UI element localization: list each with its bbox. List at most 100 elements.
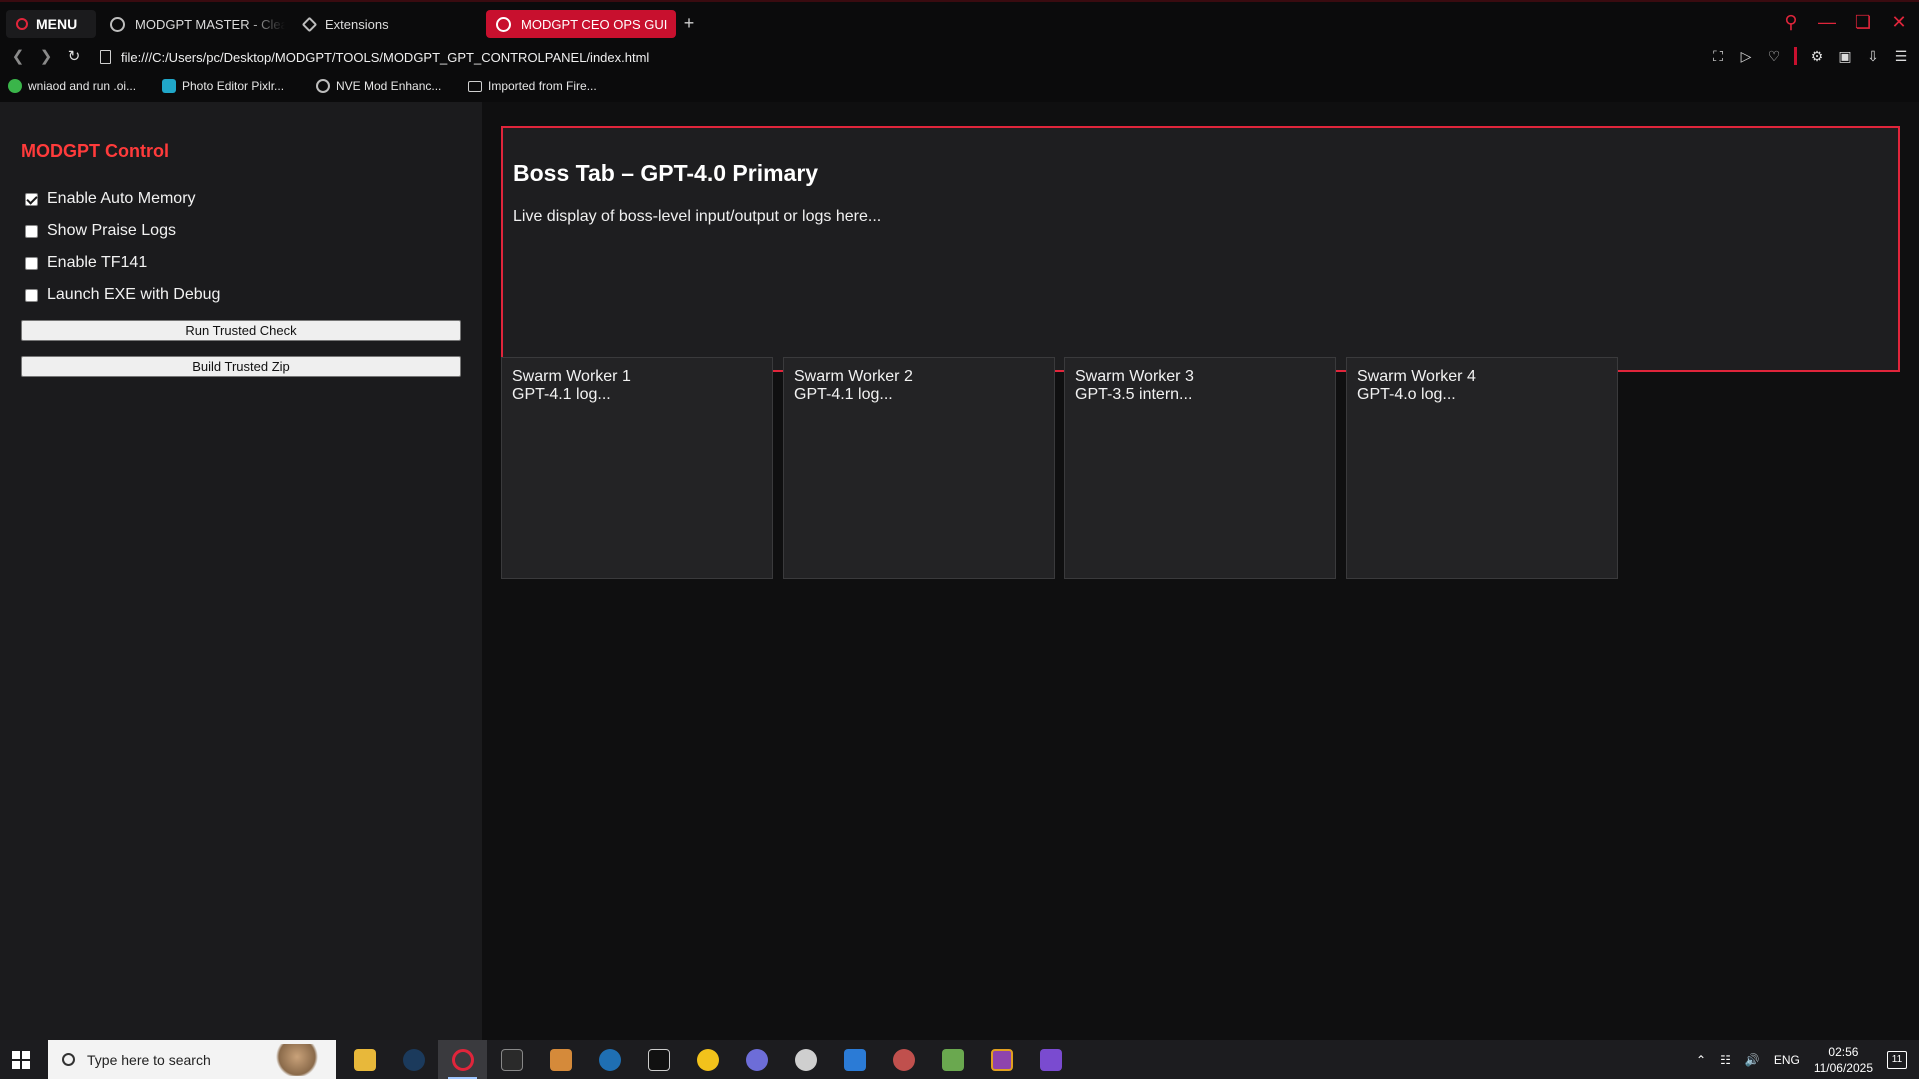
- swarm-worker-panel: Swarm Worker 4 GPT-4.o log...: [1346, 357, 1618, 579]
- menu-label: MENU: [36, 16, 78, 32]
- option-show-praise-logs[interactable]: Show Praise Logs: [25, 222, 176, 240]
- windows-start-icon[interactable]: [12, 1051, 30, 1069]
- checkbox[interactable]: [25, 192, 38, 206]
- option-label: Launch EXE with Debug: [47, 286, 221, 303]
- navigation-controls: ❮ ❯ ↻: [10, 47, 82, 65]
- language-indicator[interactable]: ENG: [1774, 1053, 1800, 1067]
- opera-gx-icon[interactable]: [438, 1040, 487, 1079]
- bookmark-folder[interactable]: Imported from Fire...: [468, 79, 597, 93]
- volume-icon[interactable]: 🔊: [1745, 1053, 1760, 1067]
- app-icon[interactable]: [634, 1040, 683, 1079]
- settings-gear-icon[interactable]: [781, 1040, 830, 1079]
- search-placeholder: Type here to search: [87, 1051, 211, 1068]
- swarm-worker-panel: Swarm Worker 3 GPT-3.5 intern...: [1064, 357, 1336, 579]
- worker-title: Swarm Worker 1: [512, 368, 631, 385]
- checkbox[interactable]: [25, 288, 38, 302]
- app-icon[interactable]: [536, 1040, 585, 1079]
- tab-bar: MENU MODGPT MASTER - Clear Extensions MO…: [0, 0, 1919, 42]
- app-icon[interactable]: [732, 1040, 781, 1079]
- option-enable-tf141[interactable]: Enable TF141: [25, 254, 147, 272]
- folder-icon: [468, 80, 482, 92]
- windows-taskbar: Type here to search ⌃ ☷ 🔊 ENG 02:56 11/0…: [0, 1040, 1919, 1079]
- bookmark-item[interactable]: Photo Editor Pixlr...: [162, 79, 284, 93]
- bookmark-favicon-icon: [8, 79, 22, 93]
- tab-extensions[interactable]: Extensions: [294, 12, 474, 37]
- swarm-worker-panel: Swarm Worker 1 GPT-4.1 log...: [501, 357, 773, 579]
- worker-log: GPT-4.1 log...: [794, 386, 893, 403]
- build-trusted-zip-button[interactable]: Build Trusted Zip: [21, 356, 461, 377]
- tab-modgpt-ceo-ops-gui[interactable]: MODGPT CEO OPS GUI: [486, 10, 676, 38]
- option-enable-auto-memory[interactable]: Enable Auto Memory: [25, 190, 196, 208]
- globe-icon: [316, 79, 330, 93]
- steam-icon[interactable]: [585, 1040, 634, 1079]
- tab-modgpt-master[interactable]: MODGPT MASTER - Clear: [100, 12, 285, 37]
- minimize-icon[interactable]: —: [1817, 12, 1837, 32]
- clock[interactable]: 02:56 11/06/2025: [1814, 1044, 1873, 1076]
- boss-log-text: Live display of boss-level input/output …: [513, 208, 882, 225]
- winrar-icon[interactable]: [977, 1040, 1026, 1079]
- option-label: Enable TF141: [47, 254, 148, 271]
- search-highlight-image: [274, 1044, 320, 1076]
- worker-log: GPT-3.5 intern...: [1075, 386, 1193, 403]
- checkbox[interactable]: [25, 256, 38, 270]
- app-icon[interactable]: [879, 1040, 928, 1079]
- boss-tab-panel: Boss Tab – GPT-4.0 Primary Live display …: [501, 126, 1900, 372]
- file-explorer-icon[interactable]: [340, 1040, 389, 1079]
- bookmark-item[interactable]: wniaod and run .oi...: [8, 79, 136, 93]
- wallet-icon[interactable]: ▣: [1837, 48, 1853, 65]
- easy-setup-icon[interactable]: ☰: [1893, 48, 1909, 65]
- search-icon: [62, 1053, 75, 1066]
- worker-log: GPT-4.o log...: [1357, 386, 1456, 403]
- bookmarks-bar: wniaod and run .oi... Photo Editor Pixlr…: [0, 72, 1919, 102]
- worker-title: Swarm Worker 4: [1357, 368, 1476, 385]
- checkbox[interactable]: [25, 224, 38, 238]
- bookmark-item[interactable]: NVE Mod Enhanc...: [316, 79, 441, 93]
- run-trusted-check-button[interactable]: Run Trusted Check: [21, 320, 461, 341]
- worker-title: Swarm Worker 3: [1075, 368, 1194, 385]
- globe-icon: [496, 16, 511, 32]
- opera-logo-icon: [16, 18, 28, 30]
- notepad-icon[interactable]: [928, 1040, 977, 1079]
- globe-icon: [110, 17, 125, 32]
- toolbar-icons: ⛶ ▷ ♡ ⚙ ▣ ⇩ ☰: [1710, 47, 1909, 65]
- play-icon[interactable]: ▷: [1738, 48, 1754, 65]
- network-icon[interactable]: ☷: [1720, 1053, 1731, 1067]
- heart-icon[interactable]: ♡: [1766, 48, 1782, 65]
- sidebar-title: MODGPT Control: [21, 141, 169, 161]
- tab-label: MODGPT CEO OPS GUI: [521, 16, 668, 32]
- reload-icon[interactable]: ↻: [66, 47, 82, 65]
- tab-label: Extensions: [325, 17, 389, 32]
- window-controls: ⚲ — ❏ ✕: [1781, 12, 1909, 32]
- visual-studio-icon[interactable]: [1026, 1040, 1075, 1079]
- option-launch-exe-debug[interactable]: Launch EXE with Debug: [25, 286, 220, 304]
- snapshot-icon[interactable]: ⛶: [1710, 48, 1726, 65]
- clock-time: 02:56: [1828, 1044, 1859, 1059]
- notification-center-icon[interactable]: 11: [1887, 1050, 1907, 1069]
- chevron-up-icon[interactable]: ⌃: [1696, 1053, 1706, 1067]
- extensions-cube-icon: [301, 16, 318, 33]
- download-icon[interactable]: ⇩: [1865, 48, 1881, 65]
- page-content: MODGPT Control Enable Auto Memory Show P…: [0, 102, 1919, 1040]
- address-bar: ❮ ❯ ↻ file:///C:/Users/pc/Desktop/MODGPT…: [0, 42, 1919, 72]
- app-icon[interactable]: [487, 1040, 536, 1079]
- extensions-icon[interactable]: ⚙: [1809, 48, 1825, 65]
- search-icon[interactable]: ⚲: [1781, 12, 1801, 32]
- browser-menu-button[interactable]: MENU: [6, 10, 96, 38]
- url-text: file:///C:/Users/pc/Desktop/MODGPT/TOOLS…: [121, 49, 650, 65]
- close-icon[interactable]: ✕: [1889, 12, 1909, 32]
- option-label: Show Praise Logs: [47, 222, 176, 239]
- url-field[interactable]: file:///C:/Users/pc/Desktop/MODGPT/TOOLS…: [100, 46, 649, 68]
- clock-date: 11/06/2025: [1813, 1060, 1873, 1075]
- restore-icon[interactable]: ❏: [1853, 12, 1873, 32]
- back-icon[interactable]: ❮: [10, 47, 26, 65]
- pixlr-favicon-icon: [162, 79, 176, 93]
- window-app-icon[interactable]: [830, 1040, 879, 1079]
- taskbar-apps: [340, 1040, 1075, 1079]
- taskbar-search-box[interactable]: Type here to search: [48, 1040, 336, 1079]
- option-label: Enable Auto Memory: [47, 190, 196, 207]
- duck-icon[interactable]: [683, 1040, 732, 1079]
- new-tab-button[interactable]: +: [680, 14, 698, 32]
- forward-icon[interactable]: ❯: [38, 47, 54, 65]
- worker-log: GPT-4.1 log...: [512, 386, 611, 403]
- steam-icon[interactable]: [389, 1040, 438, 1079]
